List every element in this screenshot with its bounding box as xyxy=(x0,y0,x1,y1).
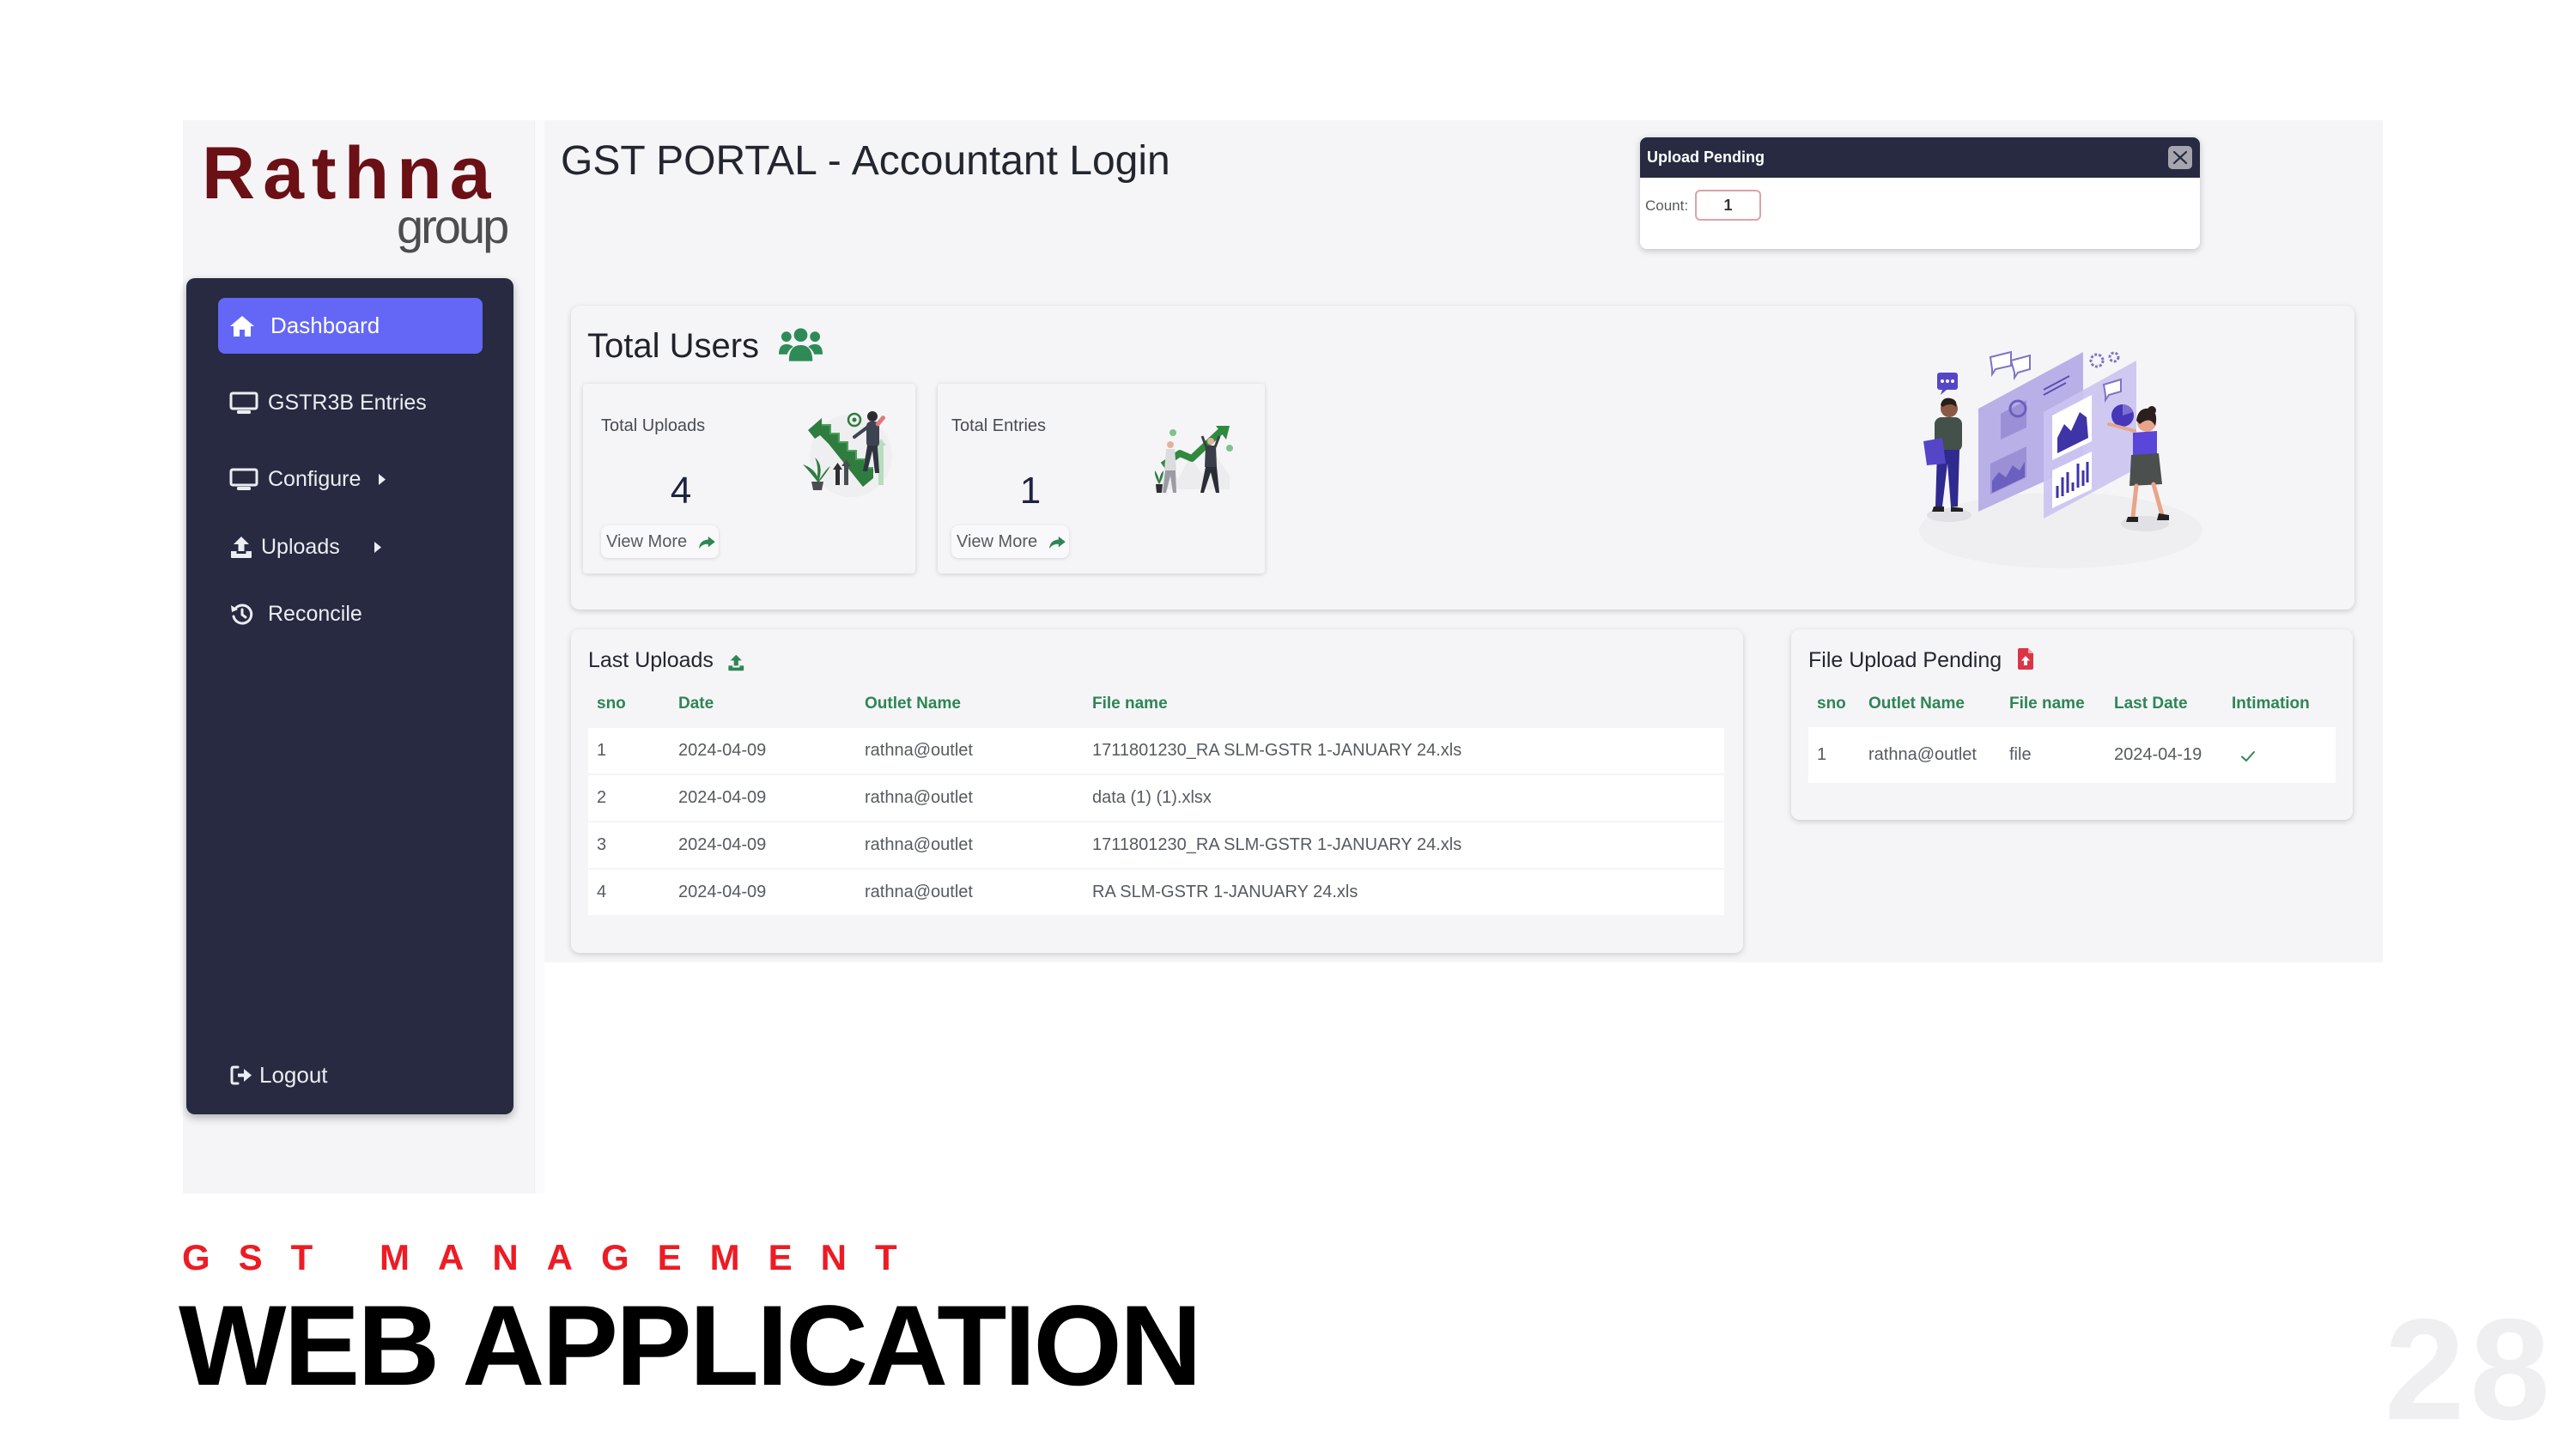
page-number: 28 xyxy=(2385,1289,2555,1450)
sidebar-item-label: Configure xyxy=(268,467,361,491)
column-header-last-date[interactable]: Last Date xyxy=(2114,687,2188,721)
desktop-icon xyxy=(229,391,258,415)
table-row: 1 2024-04-09 rathna@outlet 1711801230_RA… xyxy=(588,728,1724,774)
page-title-main: GST PORTAL xyxy=(561,138,817,184)
slide-title: WEB APPLICATION xyxy=(179,1283,1202,1410)
table-row: 1 rathna@outlet file 2024-04-19 xyxy=(1808,727,2336,783)
sidebar-item-reconcile[interactable]: Reconcile xyxy=(229,597,504,631)
share-icon xyxy=(1048,536,1066,549)
cell-outlet-name: rathna@outlet xyxy=(1868,745,1977,764)
total-users-title: Total Users xyxy=(587,327,760,365)
growth-chart-illustration xyxy=(1151,422,1236,495)
cell-file-name: data (1) (1).xlsx xyxy=(1092,788,1212,807)
upload-icon xyxy=(726,654,747,671)
stat-label: Total Uploads xyxy=(601,416,706,435)
check-icon xyxy=(2239,749,2257,763)
column-header-outlet-name[interactable]: Outlet Name xyxy=(1868,687,1965,721)
cell-sno: 4 xyxy=(597,883,607,901)
popup-title: Upload Pending xyxy=(1647,149,1765,166)
cell-date: 2024-04-09 xyxy=(678,835,767,854)
page-title-role: Accountant Login xyxy=(851,138,1170,184)
view-more-uploads-button[interactable]: View More xyxy=(601,525,719,558)
total-users-card: Total Users Total Uploads 4 View More To… xyxy=(571,306,2354,610)
last-uploads-card: Last Uploads sno Date Outlet Name File n… xyxy=(571,629,1743,953)
sidebar-item-label: Uploads xyxy=(261,535,340,559)
view-more-label: View More xyxy=(957,532,1038,551)
sidebar-item-dashboard[interactable]: Dashboard xyxy=(218,298,483,354)
cell-date: 2024-04-09 xyxy=(678,788,767,807)
file-upload-pending-card: File Upload Pending sno Outlet Name File… xyxy=(1791,629,2353,820)
logout-button[interactable]: Logout xyxy=(229,1058,504,1092)
logout-label: Logout xyxy=(259,1062,328,1088)
table-row: 4 2024-04-09 rathna@outlet RA SLM-GSTR 1… xyxy=(588,870,1724,915)
cell-file-name: RA SLM-GSTR 1-JANUARY 24.xls xyxy=(1092,883,1358,901)
sidebar-item-gstr3b-entries[interactable]: GSTR3B Entries xyxy=(229,385,504,420)
last-uploads-title: Last Uploads xyxy=(588,648,714,672)
table-row: 3 2024-04-09 rathna@outlet 1711801230_RA… xyxy=(588,822,1724,868)
sidebar-item-configure[interactable]: Configure xyxy=(229,462,504,496)
column-header-outlet-name[interactable]: Outlet Name xyxy=(865,687,961,721)
column-header-sno[interactable]: sno xyxy=(1817,687,1846,721)
stat-value: 4 xyxy=(670,470,692,512)
history-icon xyxy=(229,603,258,626)
cell-file-name: 1711801230_RA SLM-GSTR 1-JANUARY 24.xls xyxy=(1092,741,1462,760)
cell-date: 2024-04-09 xyxy=(678,741,767,760)
sidebar-nav: Dashboard GSTR3B Entries Configure Uploa… xyxy=(186,278,513,1114)
cell-last-date: 2024-04-19 xyxy=(2114,745,2202,764)
count-label: Count: xyxy=(1645,197,1689,214)
share-icon xyxy=(697,536,716,549)
slide-kicker: GST MANAGEMENT xyxy=(182,1237,926,1277)
cell-outlet-name: rathna@outlet xyxy=(865,883,973,901)
cell-date: 2024-04-09 xyxy=(678,883,767,901)
cell-outlet-name: rathna@outlet xyxy=(865,835,973,854)
analytics-team-illustration xyxy=(1889,326,2233,584)
desktop-icon xyxy=(229,468,258,491)
caret-right-icon xyxy=(374,541,382,554)
sidebar-item-label: Dashboard xyxy=(270,312,380,338)
table-row: 2 2024-04-09 rathna@outlet data (1) (1).… xyxy=(588,775,1724,821)
stat-label: Total Entries xyxy=(951,416,1047,435)
close-button[interactable] xyxy=(2168,146,2192,169)
home-icon xyxy=(229,315,255,337)
column-header-file-name[interactable]: File name xyxy=(1092,687,1168,721)
cell-sno: 1 xyxy=(597,741,607,760)
count-field[interactable] xyxy=(1695,190,1761,221)
cell-outlet-name: rathna@outlet xyxy=(865,741,973,760)
logout-icon xyxy=(229,1064,258,1087)
growth-stairs-illustration xyxy=(796,408,899,502)
column-header-intimation[interactable]: Intimation xyxy=(2232,687,2310,721)
upload-icon xyxy=(229,536,258,559)
column-header-date[interactable]: Date xyxy=(678,687,714,721)
cell-sno: 1 xyxy=(1817,745,1827,764)
column-header-sno[interactable]: sno xyxy=(597,687,626,721)
caret-right-icon xyxy=(378,473,386,486)
view-more-entries-button[interactable]: View More xyxy=(951,525,1069,558)
sidebar-item-label: GSTR3B Entries xyxy=(268,391,427,415)
view-more-label: View More xyxy=(606,532,688,551)
cell-file-name: 1711801230_RA SLM-GSTR 1-JANUARY 24.xls xyxy=(1092,835,1462,854)
page-title-separator: - xyxy=(827,138,841,184)
stat-value: 1 xyxy=(1019,470,1042,512)
cell-outlet-name: rathna@outlet xyxy=(865,788,973,807)
column-header-file-name[interactable]: File name xyxy=(2009,687,2085,721)
popup-header: Upload Pending xyxy=(1640,137,2200,178)
cell-sno: 2 xyxy=(597,788,607,807)
file-upload-pending-title: File Upload Pending xyxy=(1808,648,2002,672)
sidebar-item-label: Reconcile xyxy=(268,602,362,626)
close-icon xyxy=(2172,150,2188,165)
logo-tagline: group xyxy=(397,199,509,253)
file-upload-icon xyxy=(2018,648,2033,670)
upload-pending-popup: Upload Pending Count: xyxy=(1640,137,2200,249)
sidebar-divider xyxy=(534,120,544,1193)
page-title: GST PORTAL - Accountant Login xyxy=(561,141,1170,182)
cell-sno: 3 xyxy=(597,835,607,854)
users-icon xyxy=(779,326,823,362)
stat-card-total-uploads: Total Uploads 4 View More xyxy=(583,384,915,573)
cell-file-name: file xyxy=(2009,745,2032,764)
sidebar-item-uploads[interactable]: Uploads xyxy=(229,530,504,564)
stat-card-total-entries: Total Entries 1 View More xyxy=(938,384,1265,573)
